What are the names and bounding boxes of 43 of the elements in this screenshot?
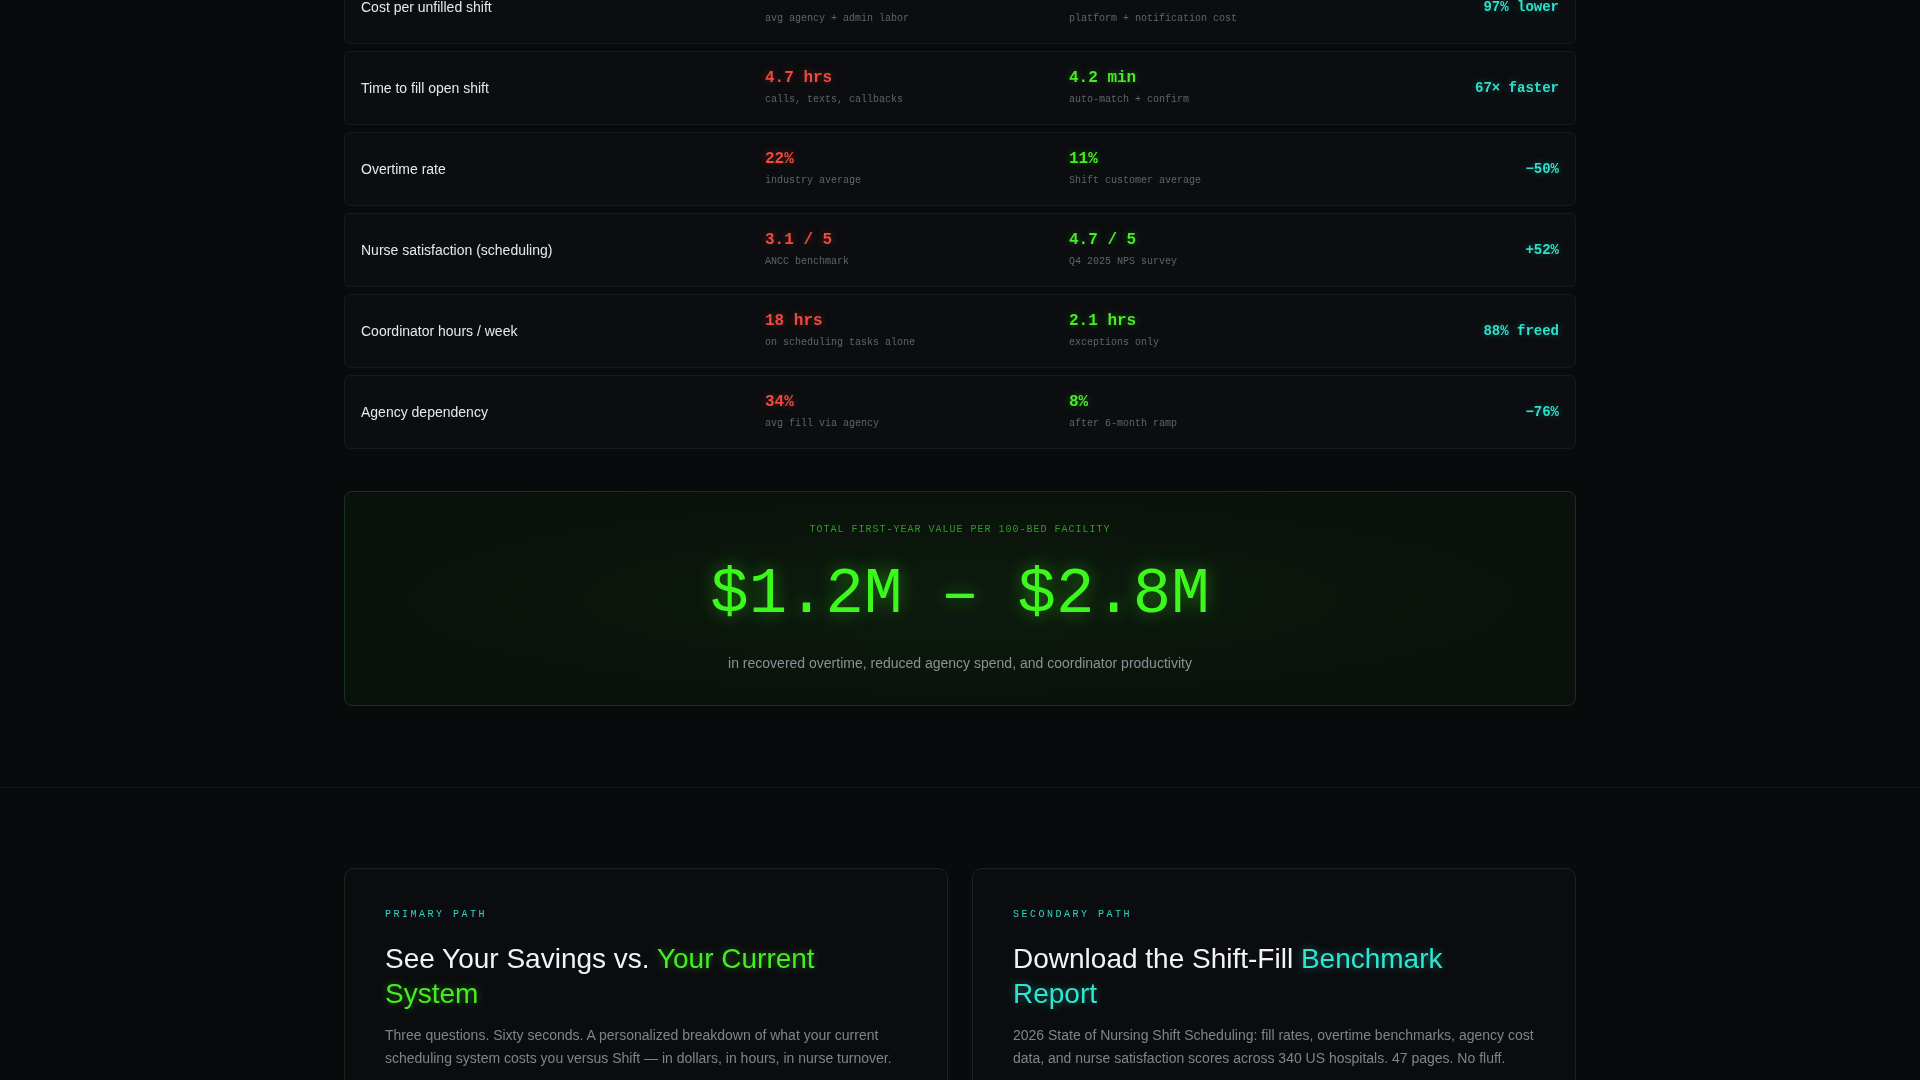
metric-label: Agency dependency [361,402,488,421]
after-value: 11% [1069,149,1098,169]
change-value: 97% lower [1483,0,1559,16]
metric-label: Nurse satisfaction (scheduling) [361,240,553,259]
path-description: 2026 State of Nursing Shift Scheduling: fill rates, overtime benchmarks, agency cost data, and nurse satisfaction scores across 340 US hospitals. 47 pages. No fluff. [1013,1026,1535,1068]
before-note: industry average [765,174,861,188]
path-eyebrow: SECONDARY PATH [1013,908,1132,922]
after-note: after 6-month ramp [1069,417,1178,431]
change-value: −76% [1525,402,1559,421]
metric-label: Coordinator hours / week [361,321,518,340]
before-value: 18 hrs [765,311,823,331]
after-value: 2.1 hrs [1069,311,1137,331]
after-value: 4.2 min [1069,68,1137,88]
metric-label: Cost per unfilled shift [361,0,492,16]
before-note: on scheduling tasks alone [765,336,916,350]
before-note: avg agency + admin labor [765,12,910,26]
change-value: 67× faster [1475,78,1559,97]
before-note: avg fill via agency [765,417,880,431]
before-value: 22% [765,149,794,169]
path-title: See Your Savings vs. Your Current System [385,942,816,1011]
path-title: Download the Shift-Fill Benchmark Report [1013,942,1444,1011]
after-note: Shift customer average [1069,174,1202,188]
metric-label: Overtime rate [361,159,446,178]
total-value-amount: $1.2M – $2.8M [710,560,1210,630]
before-value: 4.7 hrs [765,68,833,88]
change-value: −50% [1525,159,1559,178]
change-value: 88% freed [1483,321,1559,340]
total-value-label: TOTAL FIRST-YEAR VALUE PER 100-BED FACILITY [809,523,1111,537]
before-value: 3.1 / 5 [765,230,833,250]
after-note: Q4 2025 NPS survey [1069,255,1178,269]
total-value-caption: in recovered overtime, reduced agency spend, and coordinator productivity [728,654,1192,673]
before-note: calls, texts, callbacks [765,93,904,107]
path-description: Three questions. Sixty seconds. A personalized breakdown of what your current scheduling system costs you versus Shift — in dollars, in hours, in nurse turnover. [385,1026,893,1068]
after-value: 8% [1069,392,1089,412]
path-eyebrow: PRIMARY PATH [385,908,487,922]
change-value: +52% [1525,240,1559,259]
after-note: exceptions only [1069,336,1159,350]
before-note: ANCC benchmark [765,255,849,269]
metric-label: Time to fill open shift [361,78,489,97]
before-value: 34% [765,392,794,412]
after-note: platform + notification cost [1069,12,1238,26]
after-note: auto-match + confirm [1069,93,1190,107]
after-value: 4.7 / 5 [1069,230,1137,250]
